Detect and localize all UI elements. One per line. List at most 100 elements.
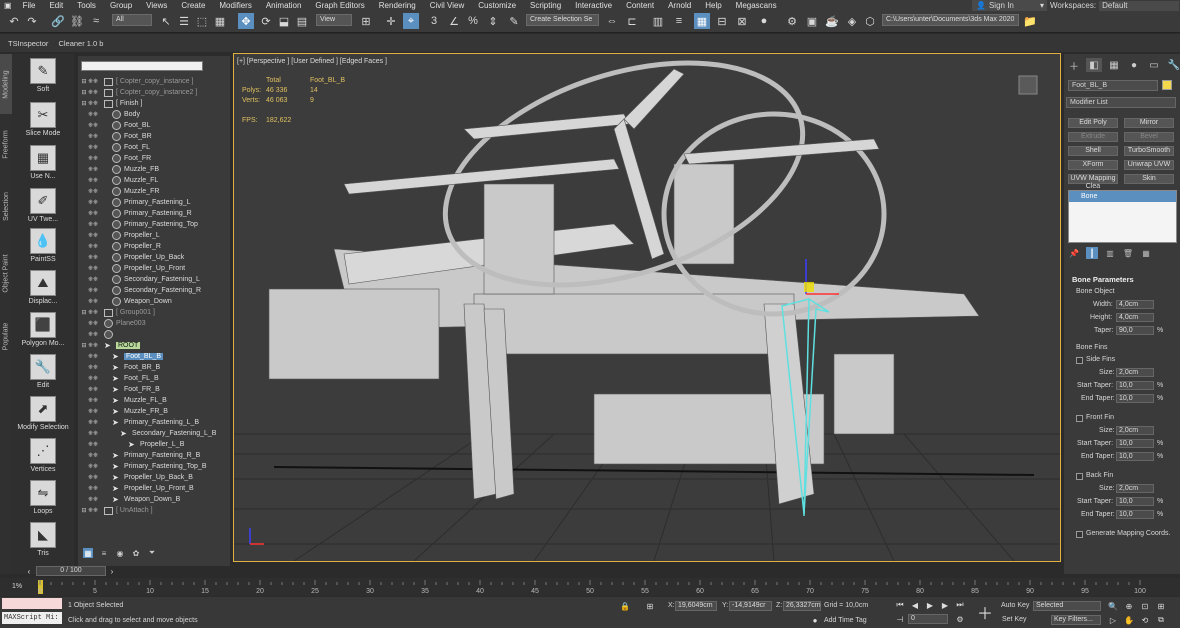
prev-frame-icon[interactable]: ‹ [24, 566, 34, 576]
scene-tree-row[interactable]: ❋❋ Muzzle_FB [80, 164, 159, 175]
visibility-freeze-icon[interactable]: ❋❋ [88, 331, 104, 338]
zoom-icon[interactable]: 🔍 [1108, 601, 1118, 611]
expand-toggle-icon[interactable]: ⊟ [80, 342, 88, 349]
menu-content[interactable]: Content [619, 1, 661, 10]
tool-vertices[interactable]: ⋰ Vertices [12, 438, 74, 480]
visibility-freeze-icon[interactable]: ❋❋ [88, 452, 104, 459]
utilities-tab-icon[interactable]: 🔧 [1166, 58, 1180, 72]
menu-interactive[interactable]: Interactive [568, 1, 619, 10]
vtab-selection[interactable]: Selection [0, 174, 12, 238]
vtab-modeling[interactable]: Modeling [0, 54, 12, 114]
size-spinner[interactable]: 2,0cm [1116, 426, 1154, 435]
select-by-name-icon[interactable]: ☰ [176, 13, 192, 29]
modifier-button-turbosmooth[interactable]: TurboSmooth [1124, 146, 1174, 156]
visibility-freeze-icon[interactable]: ❋❋ [88, 430, 104, 437]
selection-filter-dropdown[interactable]: All [112, 14, 152, 26]
expand-toggle-icon[interactable]: ⊟ [80, 507, 88, 514]
create-tab-icon[interactable]: ＋ [1066, 58, 1082, 73]
expand-toggle-icon[interactable]: ⊟ [80, 309, 88, 316]
zoom-extents-all-icon[interactable]: ⊞ [1156, 601, 1166, 611]
scene-tree-row[interactable]: ❋❋ Primary_Fastening_R [80, 208, 192, 219]
next-frame-icon[interactable]: › [107, 566, 117, 576]
set-key-button[interactable]: Set Key [1002, 616, 1027, 623]
named-selection-set-dropdown[interactable]: Create Selection Se [526, 14, 599, 26]
visibility-freeze-icon[interactable]: ❋❋ [88, 408, 104, 415]
visibility-freeze-icon[interactable]: ❋❋ [88, 122, 104, 129]
menu-graph-editors[interactable]: Graph Editors [308, 1, 371, 10]
scene-tree-row[interactable]: ❋❋ Weapon_Down [80, 296, 172, 307]
zoom-all-icon[interactable]: ⊕ [1124, 601, 1134, 611]
visibility-freeze-icon[interactable]: ❋❋ [88, 375, 104, 382]
next-key-icon[interactable]: ▶ [940, 600, 950, 610]
scene-tree-row[interactable]: ❋❋ Propeller_R [80, 241, 161, 252]
scene-tree-row[interactable]: ❋❋ ➤ Muzzle_FR_B [80, 406, 168, 417]
material-editor-icon[interactable]: ● [756, 13, 772, 29]
back-fin-checkbox[interactable] [1076, 473, 1083, 480]
tool-displac[interactable]: ⛰ Displac... [12, 270, 74, 312]
visibility-freeze-icon[interactable]: ❋❋ [88, 474, 104, 481]
scene-tree-row[interactable]: ❋❋ Foot_FR [80, 153, 151, 164]
object-name-field[interactable]: Foot_BL_B [1068, 80, 1158, 91]
scene-tree-row[interactable]: ❋❋ Muzzle_FR [80, 186, 159, 197]
absolute-mode-icon[interactable]: ⊞ [645, 601, 655, 611]
expand-toggle-icon[interactable]: ⊟ [80, 78, 88, 85]
visibility-freeze-icon[interactable]: ❋❋ [88, 144, 104, 151]
visibility-freeze-icon[interactable]: ❋❋ [88, 287, 104, 294]
object-color-swatch[interactable] [1162, 80, 1172, 90]
select-move-icon[interactable]: ✥ [238, 13, 254, 29]
scene-tree-row[interactable]: ❋❋ Primary_Fastening_L [80, 197, 191, 208]
visibility-freeze-icon[interactable]: ❋❋ [88, 188, 104, 195]
menu-civil-view[interactable]: Civil View [423, 1, 472, 10]
scene-tree-row[interactable]: ❋❋ Body [80, 109, 140, 120]
align-icon[interactable]: ⊏ [624, 13, 640, 29]
pin-stack-icon[interactable]: 📌 [1068, 247, 1080, 259]
menu-create[interactable]: Create [174, 1, 212, 10]
schematic-view-icon[interactable]: ⊠ [734, 13, 750, 29]
visibility-freeze-icon[interactable]: ❋❋ [88, 507, 104, 514]
modifier-button-mirror[interactable]: Mirror [1124, 118, 1174, 128]
visibility-freeze-icon[interactable]: ❋❋ [88, 89, 104, 96]
rendered-frame-window-icon[interactable]: ▣ [804, 13, 820, 29]
visibility-freeze-icon[interactable]: ❋❋ [88, 232, 104, 239]
modifier-button-extrude[interactable]: Extrude [1068, 132, 1118, 142]
menu-file[interactable]: File [16, 1, 43, 10]
vtab-object-paint[interactable]: Object Paint [0, 238, 12, 308]
modify-tab-icon[interactable]: ◧ [1086, 58, 1102, 72]
configure-modifier-sets-icon[interactable]: ▦ [1140, 247, 1152, 259]
menu-animation[interactable]: Animation [259, 1, 309, 10]
scene-tree-row[interactable]: ⊟ ❋❋ [ Finish ] [80, 98, 142, 109]
scene-tree-row[interactable]: ❋❋ ➤ Foot_FL_B [80, 373, 159, 384]
vtab-populate[interactable]: Populate [0, 308, 12, 364]
ribbon-tab-0[interactable]: TSInspector [8, 39, 48, 48]
orbit-icon[interactable]: ⟲ [1140, 615, 1150, 625]
edit-named-selection-icon[interactable]: ✎ [506, 13, 522, 29]
scene-tree-row[interactable]: ⊟ ❋❋ [ Group001 ] [80, 307, 155, 318]
visibility-freeze-icon[interactable]: ❋❋ [88, 485, 104, 492]
bone-parameters-rollout[interactable]: Bone Parameters [1068, 274, 1177, 286]
visibility-freeze-icon[interactable]: ❋❋ [88, 111, 104, 118]
render-production-icon[interactable]: ☕ [824, 13, 840, 29]
size-spinner[interactable]: 2,0cm [1116, 484, 1154, 493]
key-mode-icon[interactable]: ⊣ [895, 614, 905, 624]
auto-key-button[interactable]: Auto Key [1001, 602, 1029, 609]
visibility-freeze-icon[interactable]: ❋❋ [88, 177, 104, 184]
y-coordinate[interactable]: -14,9149cr [729, 601, 772, 611]
time-config-icon[interactable]: ⚙ [955, 614, 965, 624]
tool-uv-twe[interactable]: ✐ UV Twe... [12, 188, 74, 230]
time-slider[interactable]: 0 / 100 [36, 566, 106, 576]
display-children-icon[interactable]: ≡ [99, 548, 109, 558]
visibility-freeze-icon[interactable]: ❋❋ [88, 133, 104, 140]
scene-tree-row[interactable]: ❋❋ ➤ Foot_BL_B [80, 351, 164, 362]
taper-spinner[interactable]: 90,0 [1116, 326, 1154, 335]
scene-tree-row[interactable]: ❋❋ ➤ Primary_Fastening_L_B [80, 417, 199, 428]
snaps-toggle-icon[interactable]: 3 [426, 13, 442, 29]
modifier-list-dropdown[interactable]: Modifier List [1066, 97, 1176, 108]
visibility-freeze-icon[interactable]: ❋❋ [88, 199, 104, 206]
visibility-freeze-icon[interactable]: ❋❋ [88, 386, 104, 393]
display-tab-icon[interactable]: ▭ [1146, 58, 1162, 72]
visibility-freeze-icon[interactable]: ❋❋ [88, 353, 104, 360]
visibility-freeze-icon[interactable]: ❋❋ [88, 397, 104, 404]
select-scale-icon[interactable]: ⬓ [276, 13, 292, 29]
scene-tree-row[interactable]: ⊟ ❋❋ [ UnAttach ] [80, 505, 153, 516]
front-fin-checkbox[interactable] [1076, 415, 1083, 422]
